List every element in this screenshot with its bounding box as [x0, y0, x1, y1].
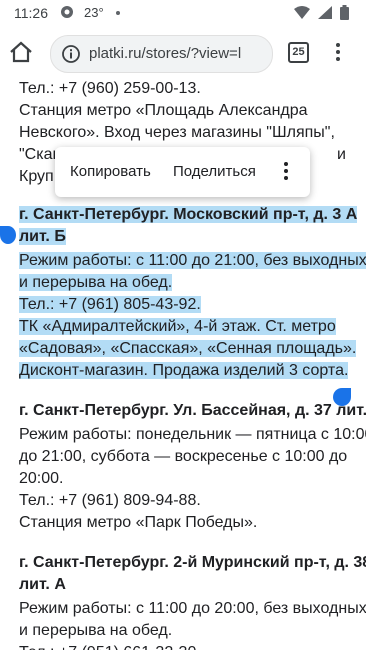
- address-bar[interactable]: platki.ru/stores/?view=l: [50, 35, 273, 73]
- store-3-hours-line-2: до 21:00, суббота — воскресенье с 10:00 …: [19, 448, 348, 465]
- store-3-metro: Станция метро «Парк Победы».: [19, 514, 258, 531]
- store-1-metro-line-2: Невского». Вход через магазины "Шляпы",: [19, 124, 335, 141]
- store-1-phone: Тел.: +7 (960) 259-00-13.: [19, 80, 201, 97]
- tabs-icon[interactable]: 25: [288, 42, 309, 63]
- store-4-phone: Тел.: +7 (951) 661-32-30: [19, 642, 196, 650]
- store-3-address: г. Санкт-Петербург. Ул. Бассейная, д. 37…: [19, 402, 366, 419]
- store-3-hours-line-3: 20:00.: [19, 470, 64, 487]
- store-2-location-line-1: ТК «Адмиралтейский», 4-й этаж. Ст. метро: [19, 318, 336, 335]
- text-selection-menu: Копировать Поделиться: [55, 147, 310, 197]
- browser-toolbar: platki.ru/stores/?view=l 25: [0, 26, 366, 80]
- store-2-phone: Тел.: +7 (961) 805-43-92.: [19, 296, 201, 313]
- store-4-address-line-1: г. Санкт-Петербург. 2-й Муринский пр-т, …: [19, 554, 366, 571]
- store-1-metro-line-1: Станция метро «Площадь Александра: [19, 102, 308, 119]
- share-button[interactable]: Поделиться: [173, 163, 256, 180]
- store-1-metro-line-4: Круп: [19, 168, 54, 185]
- store-1-metro-line-3-end: и: [337, 146, 346, 163]
- store-3-phone: Тел.: +7 (961) 809-94-88.: [19, 492, 201, 509]
- store-3-hours-line-1: Режим работы: понедельник — пятница с 10…: [19, 426, 366, 443]
- store-2-address-line-1: г. Санкт-Петербург. Московский пр-т, д. …: [19, 206, 358, 223]
- menu-icon[interactable]: [330, 41, 346, 63]
- url-text[interactable]: platki.ru/stores/?view=l: [89, 45, 265, 62]
- battery-icon: [340, 5, 349, 20]
- store-2-hours-line-1: Режим работы: с 11:00 до 21:00, без выхо…: [19, 252, 366, 269]
- status-temperature: 23°: [84, 5, 104, 20]
- store-2-hours-line-2: и перерыва на обед.: [19, 274, 173, 291]
- info-icon[interactable]: [61, 44, 81, 64]
- tab-count: 25: [292, 46, 305, 58]
- store-2-location-line-2: «Садовая», «Спасская», «Сенная площадь».: [19, 340, 357, 357]
- copy-button[interactable]: Копировать: [70, 163, 151, 180]
- store-4-hours-line-1: Режим работы: с 11:00 до 20:00, без выхо…: [19, 600, 366, 617]
- store-2-address-line-2: лит. Б: [19, 228, 66, 245]
- notification-dot-icon: [116, 11, 120, 15]
- wifi-icon: [294, 6, 310, 19]
- store-4-hours-line-2: и перерыва на обед.: [19, 622, 173, 639]
- home-icon[interactable]: [8, 40, 34, 64]
- message-icon: [61, 6, 73, 18]
- selection-start-handle[interactable]: [0, 226, 16, 244]
- status-time: 11:26: [14, 5, 48, 21]
- more-options-icon[interactable]: [283, 161, 289, 183]
- store-4-address-line-2: лит. А: [19, 576, 66, 593]
- store-2-note: Дисконт-магазин. Продажа изделий 3 сорта…: [19, 362, 349, 379]
- signal-icon: [318, 6, 332, 19]
- selection-end-handle[interactable]: [333, 388, 351, 406]
- status-bar: 11:26 23°: [0, 0, 366, 26]
